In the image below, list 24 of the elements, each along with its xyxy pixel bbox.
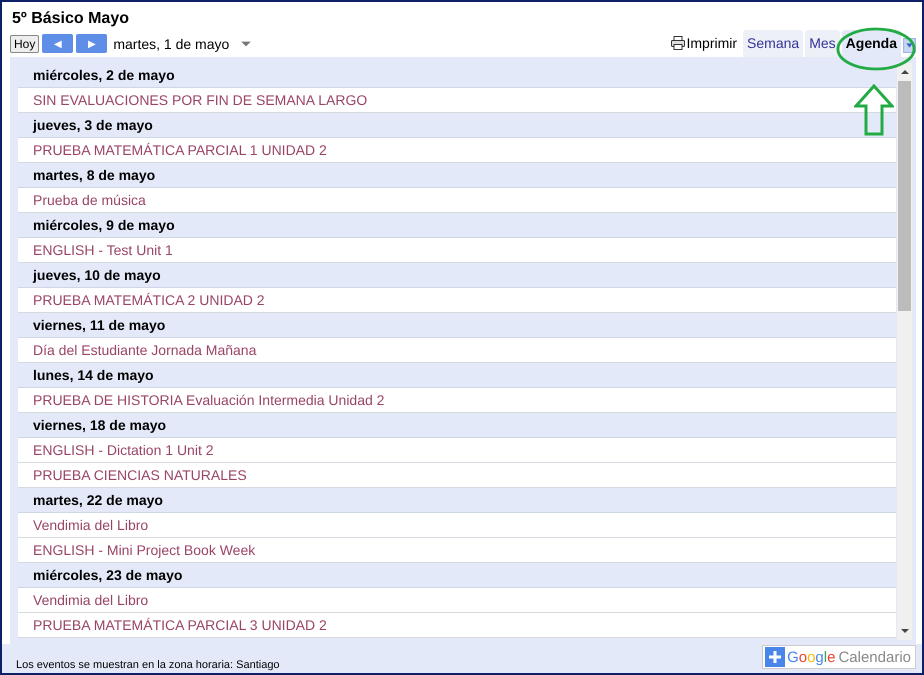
print-button[interactable]: Imprimir xyxy=(670,35,742,57)
event-item[interactable]: PRUEBA DE HISTORIA Evaluación Intermedia Unidad 2 xyxy=(18,388,896,413)
event-item[interactable]: ENGLISH - Dictation 1 Unit 2 xyxy=(18,438,896,463)
event-item[interactable]: Vendimia del Libro xyxy=(18,513,896,538)
event-item[interactable]: Vendimia del Libro xyxy=(18,588,896,613)
event-item[interactable]: PRUEBA MATEMÁTICA PARCIAL 3 UNIDAD 2 xyxy=(18,613,896,638)
calendar-link[interactable]: Google Calendario xyxy=(762,645,916,669)
timezone-note: Los eventos se muestran en la zona horaria: Santiago xyxy=(16,659,280,671)
next-button[interactable]: ▶ xyxy=(76,34,108,53)
current-date[interactable]: martes, 1 de mayo xyxy=(113,36,230,52)
event-item[interactable]: PRUEBA MATEMÁTICA 2 UNIDAD 2 xyxy=(18,288,896,313)
view-tab[interactable]: Semana xyxy=(743,30,804,57)
calendar-title: 5º Básico Mayo xyxy=(11,9,130,29)
previous-button[interactable]: ◀ xyxy=(42,34,74,53)
event-item[interactable]: ENGLISH - Test Unit 1 xyxy=(18,238,896,263)
today-button[interactable]: Hoy xyxy=(10,34,40,52)
event-item[interactable]: ENGLISH - Mini Project Book Week xyxy=(18,538,896,563)
event-item[interactable]: Prueba de música xyxy=(18,188,896,213)
view-tab[interactable]: Agenda xyxy=(842,30,901,57)
event-item[interactable]: Día del Estudiante Jornada Mañana xyxy=(18,338,896,363)
event-item[interactable]: SIN EVALUACIONES POR FIN DE SEMANA LARGO xyxy=(18,88,896,113)
view-tab[interactable]: Mes xyxy=(805,30,840,57)
event-item[interactable]: PRUEBA CIENCIAS NATURALES xyxy=(18,463,896,488)
event-item[interactable]: PRUEBA MATEMÁTICA PARCIAL 1 UNIDAD 2 xyxy=(18,138,896,163)
